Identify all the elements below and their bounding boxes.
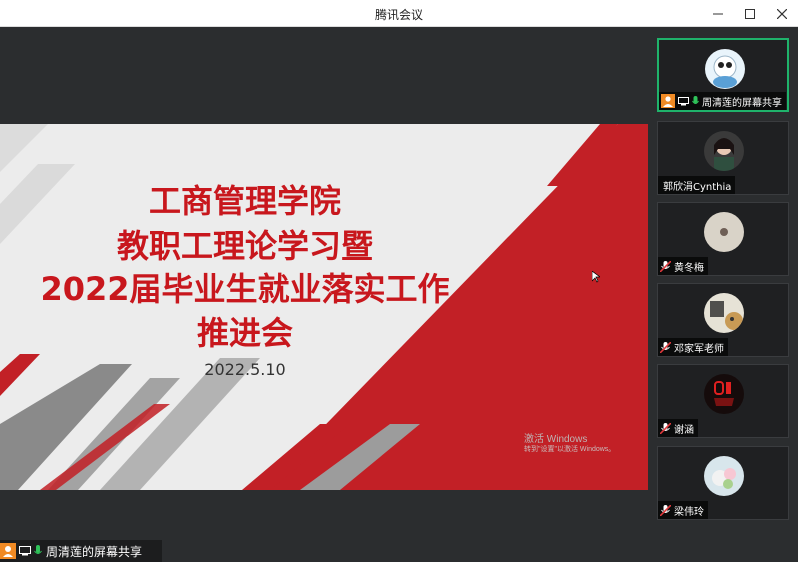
- avatar: [704, 212, 744, 252]
- participant-tile[interactable]: 黄冬梅: [657, 202, 789, 276]
- close-button[interactable]: [766, 0, 798, 27]
- activate-windows-hint: 转到"设置"以激活 Windows。: [524, 446, 616, 453]
- maximize-icon: [745, 8, 755, 19]
- participant-label: 邓家军老师: [658, 338, 728, 356]
- avatar: [704, 456, 744, 496]
- muted-microphone-icon: [660, 504, 671, 516]
- user-icon: [661, 94, 675, 108]
- screen-share-indicator: 周清莲的屏幕共享: [0, 540, 162, 562]
- avatar: [704, 374, 744, 414]
- window-controls: [702, 0, 798, 27]
- avatar: [704, 293, 744, 333]
- user-icon: [0, 543, 16, 559]
- muted-microphone-icon: [660, 260, 671, 272]
- microphone-icon: [34, 545, 42, 557]
- participant-tile[interactable]: 周清莲的屏幕共享: [657, 38, 789, 112]
- participant-tile[interactable]: 谢涵: [657, 364, 789, 438]
- maximize-button[interactable]: [734, 0, 766, 27]
- participant-name: 周清莲的屏幕共享: [702, 97, 782, 109]
- activate-windows-watermark: 激活 Windows: [524, 434, 588, 445]
- meeting-window: 腾讯会议 工商管理学院 教职工理论学习暨 2022届毕业生就业落实工作 推进会 …: [0, 0, 798, 562]
- title-bar: 腾讯会议: [0, 0, 798, 27]
- slide-title-line-3: 2022届毕业生就业落实工作: [40, 270, 450, 308]
- screen-share-icon: [678, 96, 689, 106]
- share-label: 周清莲的屏幕共享: [46, 544, 143, 559]
- close-icon: [777, 8, 787, 19]
- slide-title-line-1: 工商管理学院: [148, 182, 341, 220]
- window-title: 腾讯会议: [374, 8, 423, 22]
- participants-sidebar: 周清莲的屏幕共享 郭欣涓Cynthia 黄冬梅 邓家军老师 谢涵 梁伟玲: [650, 28, 798, 536]
- mouse-cursor-icon: [592, 271, 600, 283]
- participant-name: 梁伟玲: [674, 506, 704, 518]
- slide-title-line-4: 推进会: [196, 314, 293, 352]
- minimize-button[interactable]: [702, 0, 734, 27]
- participant-name: 谢涵: [674, 424, 694, 436]
- participant-tile[interactable]: 梁伟玲: [657, 446, 789, 520]
- participant-tile[interactable]: 郭欣涓Cynthia: [657, 121, 789, 195]
- participant-label: 谢涵: [658, 419, 698, 437]
- slide-date: 2022.5.10: [204, 360, 286, 379]
- participant-label: 黄冬梅: [658, 257, 708, 275]
- participant-name: 邓家军老师: [674, 343, 724, 355]
- avatar: [705, 49, 745, 89]
- muted-microphone-icon: [660, 341, 671, 353]
- participant-label: 周清莲的屏幕共享: [659, 92, 786, 110]
- muted-microphone-icon: [660, 422, 671, 434]
- participant-label: 郭欣涓Cynthia: [658, 176, 736, 194]
- microphone-icon: [692, 95, 699, 107]
- participant-name: 郭欣涓Cynthia: [663, 181, 732, 193]
- screen-share-icon: [19, 546, 31, 556]
- minimize-icon: [713, 13, 723, 14]
- avatar: [704, 131, 744, 171]
- participant-name: 黄冬梅: [674, 262, 704, 274]
- participant-label: 梁伟玲: [658, 501, 708, 519]
- slide-title-line-2: 教职工理论学习暨: [116, 227, 373, 265]
- participant-tile[interactable]: 邓家军老师: [657, 283, 789, 357]
- presentation-slide: 工商管理学院 教职工理论学习暨 2022届毕业生就业落实工作 推进会 2022.…: [0, 124, 648, 490]
- shared-screen-area[interactable]: 工商管理学院 教职工理论学习暨 2022届毕业生就业落实工作 推进会 2022.…: [0, 28, 648, 562]
